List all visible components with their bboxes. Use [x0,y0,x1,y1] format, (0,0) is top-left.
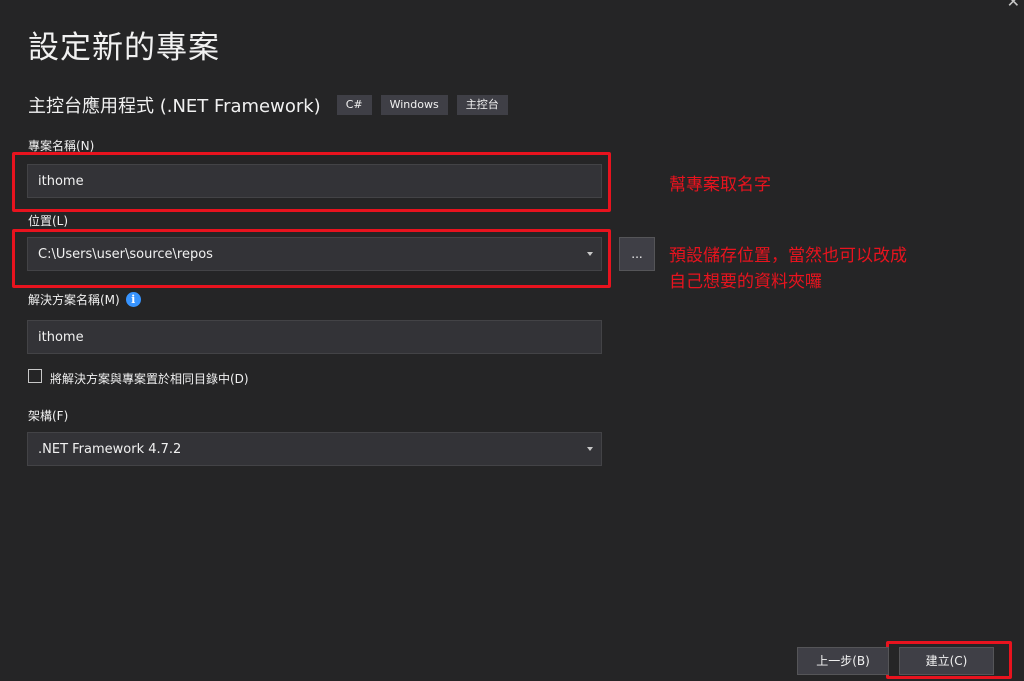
same-directory-checkbox[interactable] [28,369,42,383]
location-label: 位置(L) [28,214,69,228]
back-button[interactable]: 上一步(B) [797,647,889,675]
project-name-annotation: 幫專案取名字 [669,175,771,195]
solution-name-label-row: 解決方案名稱(M) i [28,291,141,308]
tag-language: C# [336,95,372,115]
tag-project-type: 主控台 [456,95,508,115]
page-title: 設定新的專案 [28,30,220,66]
location-annotation-line1: 預設儲存位置，當然也可以改成 [669,246,907,266]
location-annotation-line2: 自己想要的資料夾囉 [669,272,822,292]
chevron-down-icon[interactable] [587,447,593,451]
create-button[interactable]: 建立(C) [899,647,994,675]
tag-platform: Windows [380,95,448,115]
template-info: 主控台應用程式 (.NET Framework) C# Windows 主控台 [28,92,517,118]
info-icon[interactable]: i [125,292,141,307]
framework-value: .NET Framework 4.7.2 [38,441,182,457]
solution-name-input[interactable]: ithome [27,320,602,354]
template-name: 主控台應用程式 (.NET Framework) [28,96,321,117]
framework-label: 架構(F) [28,409,69,423]
framework-combobox[interactable]: .NET Framework 4.7.2 [27,432,602,466]
project-name-highlight [12,152,611,212]
close-icon[interactable]: ✕ [1007,0,1020,10]
location-highlight [12,229,611,288]
same-directory-checkbox-label[interactable]: 將解決方案與專案置於相同目錄中(D) [50,370,249,387]
browse-button[interactable]: ... [619,237,655,271]
solution-name-label: 解決方案名稱(M) [28,293,120,307]
